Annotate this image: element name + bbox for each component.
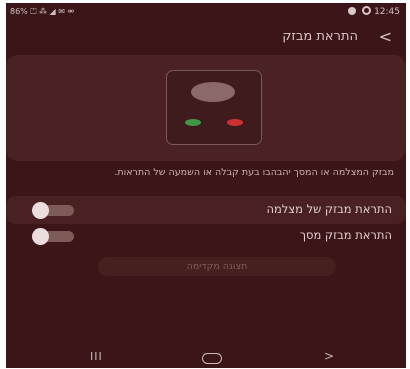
home-button[interactable] (202, 353, 222, 364)
status-right: 12:45 (345, 6, 400, 17)
back-button[interactable]: < (379, 27, 392, 46)
sync-ring-icon (362, 6, 372, 15)
toggle-knob (32, 228, 49, 245)
setting-label: התראת מבזק מסך (299, 228, 392, 242)
green-led-icon (185, 119, 201, 126)
setting-label: התראת מבזק של מצלמה (266, 202, 392, 216)
flash-preview-card (6, 55, 406, 161)
phone-screen: 86% ⏍ ⁂ ◢ ✉ ⚮ 12:45 < התראת מבזק מבזק המ… (6, 3, 406, 368)
setting-row-screen-flash[interactable]: התראת מבזק מסך (6, 222, 406, 250)
status-bar: 86% ⏍ ⁂ ◢ ✉ ⚮ 12:45 (6, 3, 406, 21)
navigation-bar: III > (6, 348, 406, 368)
screen-flash-toggle[interactable] (32, 228, 74, 245)
page-title: התראת מבזק (282, 29, 358, 44)
camera-flash-icon (191, 82, 235, 102)
header: < התראת מבזק (6, 25, 406, 49)
description-text: מבזק המצלמה או המסך יהבהבו בעת קבלה או ה… (114, 167, 394, 178)
notification-dot-icon (348, 7, 357, 15)
preview-button[interactable]: תצוגה מקדימה (98, 257, 336, 276)
red-led-icon (227, 119, 243, 126)
status-time: 12:45 (374, 7, 400, 17)
setting-row-camera-flash[interactable]: התראת מבזק של מצלמה (6, 196, 406, 224)
nav-back-button[interactable]: > (324, 349, 334, 363)
device-illustration (166, 70, 262, 145)
toggle-knob (32, 202, 49, 219)
recents-button[interactable]: III (90, 350, 103, 363)
camera-flash-toggle[interactable] (32, 202, 74, 219)
status-indicators: 86% ⏍ ⁂ ◢ ✉ ⚮ (10, 7, 75, 16)
